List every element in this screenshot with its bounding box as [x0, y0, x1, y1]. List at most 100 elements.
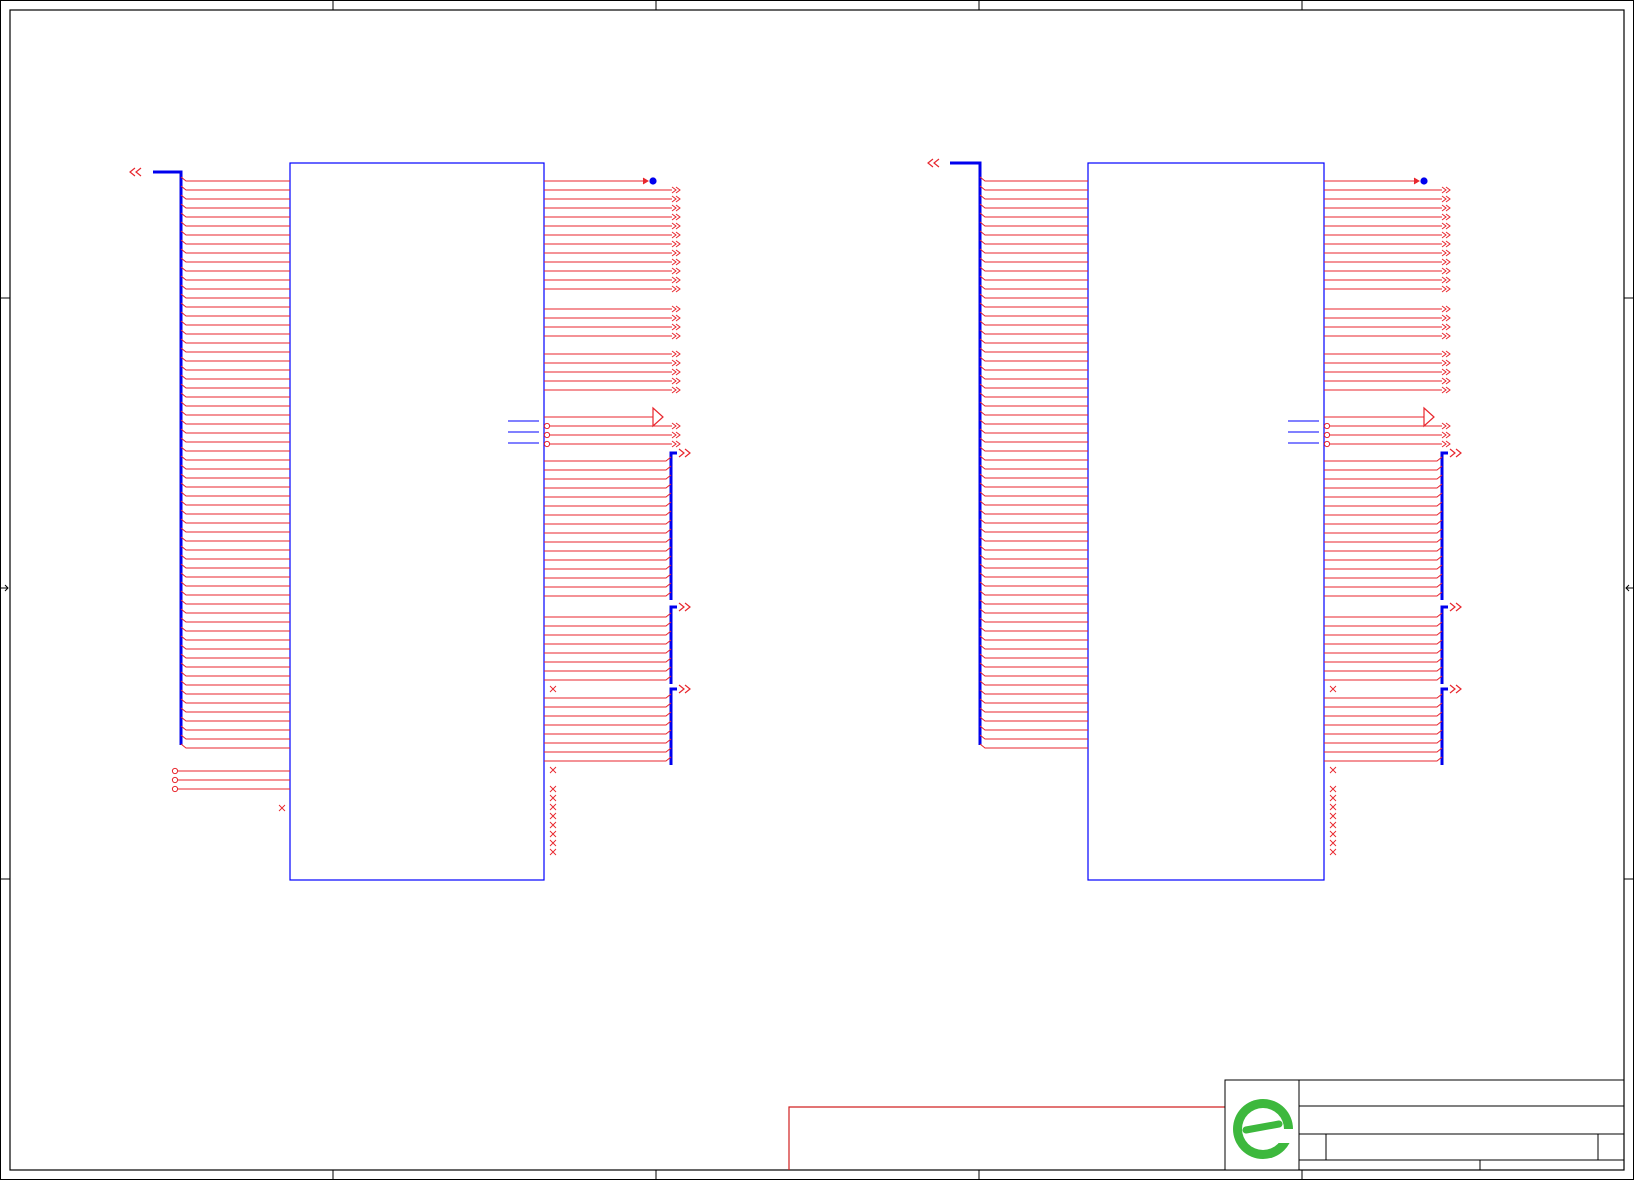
left-pin-wire — [979, 482, 1088, 488]
bus-pin-wire — [544, 720, 672, 726]
open-pin-icon — [171, 776, 179, 784]
left-pin-wire — [180, 554, 290, 560]
left-pin-wire — [979, 248, 1088, 254]
double-chevron-right-icon — [678, 448, 691, 458]
bus-pin-wire — [544, 546, 672, 552]
left-pin-wire — [979, 320, 1088, 326]
left-pin-wire — [180, 383, 290, 389]
cross-mark-icon — [549, 848, 557, 856]
left-pin-wire — [180, 698, 290, 704]
zigzag-connector-icon — [671, 231, 681, 239]
bus-pin-wire — [544, 537, 672, 543]
zigzag-connector-icon — [1441, 440, 1451, 448]
bus-pin-wire — [1324, 501, 1443, 507]
zigzag-connector-icon — [1441, 258, 1451, 266]
zigzag-connector-icon — [671, 422, 681, 430]
left-pin-wire — [180, 500, 290, 506]
bus-pin-wire — [544, 573, 672, 579]
left-pin-wire — [979, 176, 1088, 182]
bus-pin-wire — [1324, 666, 1443, 672]
bus-pin-wire — [1324, 711, 1443, 717]
zigzag-connector-icon — [671, 332, 681, 340]
left-pin-wire — [979, 563, 1088, 569]
bus-pin-wire — [544, 519, 672, 525]
component-u1[interactable] — [129, 162, 691, 881]
bus-pin-wire — [1324, 465, 1443, 471]
cross-mark-icon — [1329, 794, 1337, 802]
left-pin-wire — [979, 617, 1088, 623]
double-chevron-right-icon — [1449, 602, 1462, 612]
zigzag-connector-icon — [671, 186, 681, 194]
bus-pin-wire — [1324, 693, 1443, 699]
bus-pin-wire — [1324, 582, 1443, 588]
left-pin-wire — [979, 365, 1088, 371]
component-u2[interactable] — [927, 158, 1462, 881]
left-pin-wire — [979, 437, 1088, 443]
left-pin-wire — [979, 473, 1088, 479]
left-bus — [153, 170, 183, 745]
center-arrow-right — [1625, 584, 1633, 592]
cross-mark-icon — [1329, 848, 1337, 856]
zigzag-connector-icon — [671, 240, 681, 248]
bus-pin-wire — [1324, 747, 1443, 753]
open-pin-icon — [1323, 431, 1331, 439]
bus-pin-wire — [544, 456, 672, 462]
left-pin-wire — [180, 176, 290, 182]
cross-mark-icon — [549, 766, 557, 774]
inner-border — [9, 9, 1625, 1171]
left-pin-wire — [979, 455, 1088, 461]
right-bus — [1440, 687, 1448, 765]
left-pin-wire — [180, 473, 290, 479]
cross-mark-icon — [1329, 766, 1337, 774]
left-pin-wire — [979, 185, 1088, 191]
left-pin-wire — [180, 734, 290, 740]
bus-pin-wire — [1324, 537, 1443, 543]
zigzag-connector-icon — [1441, 305, 1451, 313]
bus-pin-wire — [1324, 564, 1443, 570]
cross-mark-icon — [549, 839, 557, 847]
left-pin-wire — [180, 221, 290, 227]
bus-pin-wire — [544, 648, 672, 654]
component-body[interactable] — [289, 162, 545, 881]
open-pin-icon — [543, 431, 551, 439]
left-pin-wire — [180, 302, 290, 308]
left-pin-wire — [979, 698, 1088, 704]
zigzag-connector-icon — [671, 440, 681, 448]
zigzag-connector-icon — [671, 276, 681, 284]
zigzag-connector-icon — [671, 285, 681, 293]
bus-pin-wire — [544, 612, 672, 618]
bus-pin-wire — [1324, 657, 1443, 663]
left-pin-wire — [180, 356, 290, 362]
left-pin-wire — [180, 653, 290, 659]
left-pin-wire — [979, 626, 1088, 632]
cross-mark-icon — [549, 685, 557, 693]
left-pin-wire — [180, 257, 290, 263]
zigzag-connector-icon — [671, 350, 681, 358]
left-pin-wire — [979, 662, 1088, 668]
component-body[interactable] — [1087, 162, 1325, 881]
left-pin-wire — [180, 509, 290, 515]
bus-pin-wire — [1324, 555, 1443, 561]
bus-pin-wire — [1324, 591, 1443, 597]
left-bus — [950, 161, 982, 745]
open-pin-icon — [1323, 422, 1331, 430]
cross-mark-icon — [549, 803, 557, 811]
bus-pin-wire — [544, 711, 672, 717]
left-pin-wire — [979, 509, 1088, 515]
zigzag-connector-icon — [671, 213, 681, 221]
zigzag-connector-icon — [671, 258, 681, 266]
cross-mark-icon — [1329, 785, 1337, 793]
bus-pin-wire — [1324, 483, 1443, 489]
bus-pin-wire — [1324, 519, 1443, 525]
bus-pin-wire — [1324, 720, 1443, 726]
double-chevron-left-icon — [927, 158, 940, 168]
left-pin-wire — [180, 203, 290, 209]
left-pin-wire — [979, 257, 1088, 263]
left-pin-wire — [180, 401, 290, 407]
bus-pin-wire — [1324, 702, 1443, 708]
left-pin-wire — [180, 518, 290, 524]
cross-mark-icon — [1329, 821, 1337, 829]
zigzag-connector-icon — [1441, 213, 1451, 221]
left-pin-wire — [180, 446, 290, 452]
zigzag-connector-icon — [671, 359, 681, 367]
